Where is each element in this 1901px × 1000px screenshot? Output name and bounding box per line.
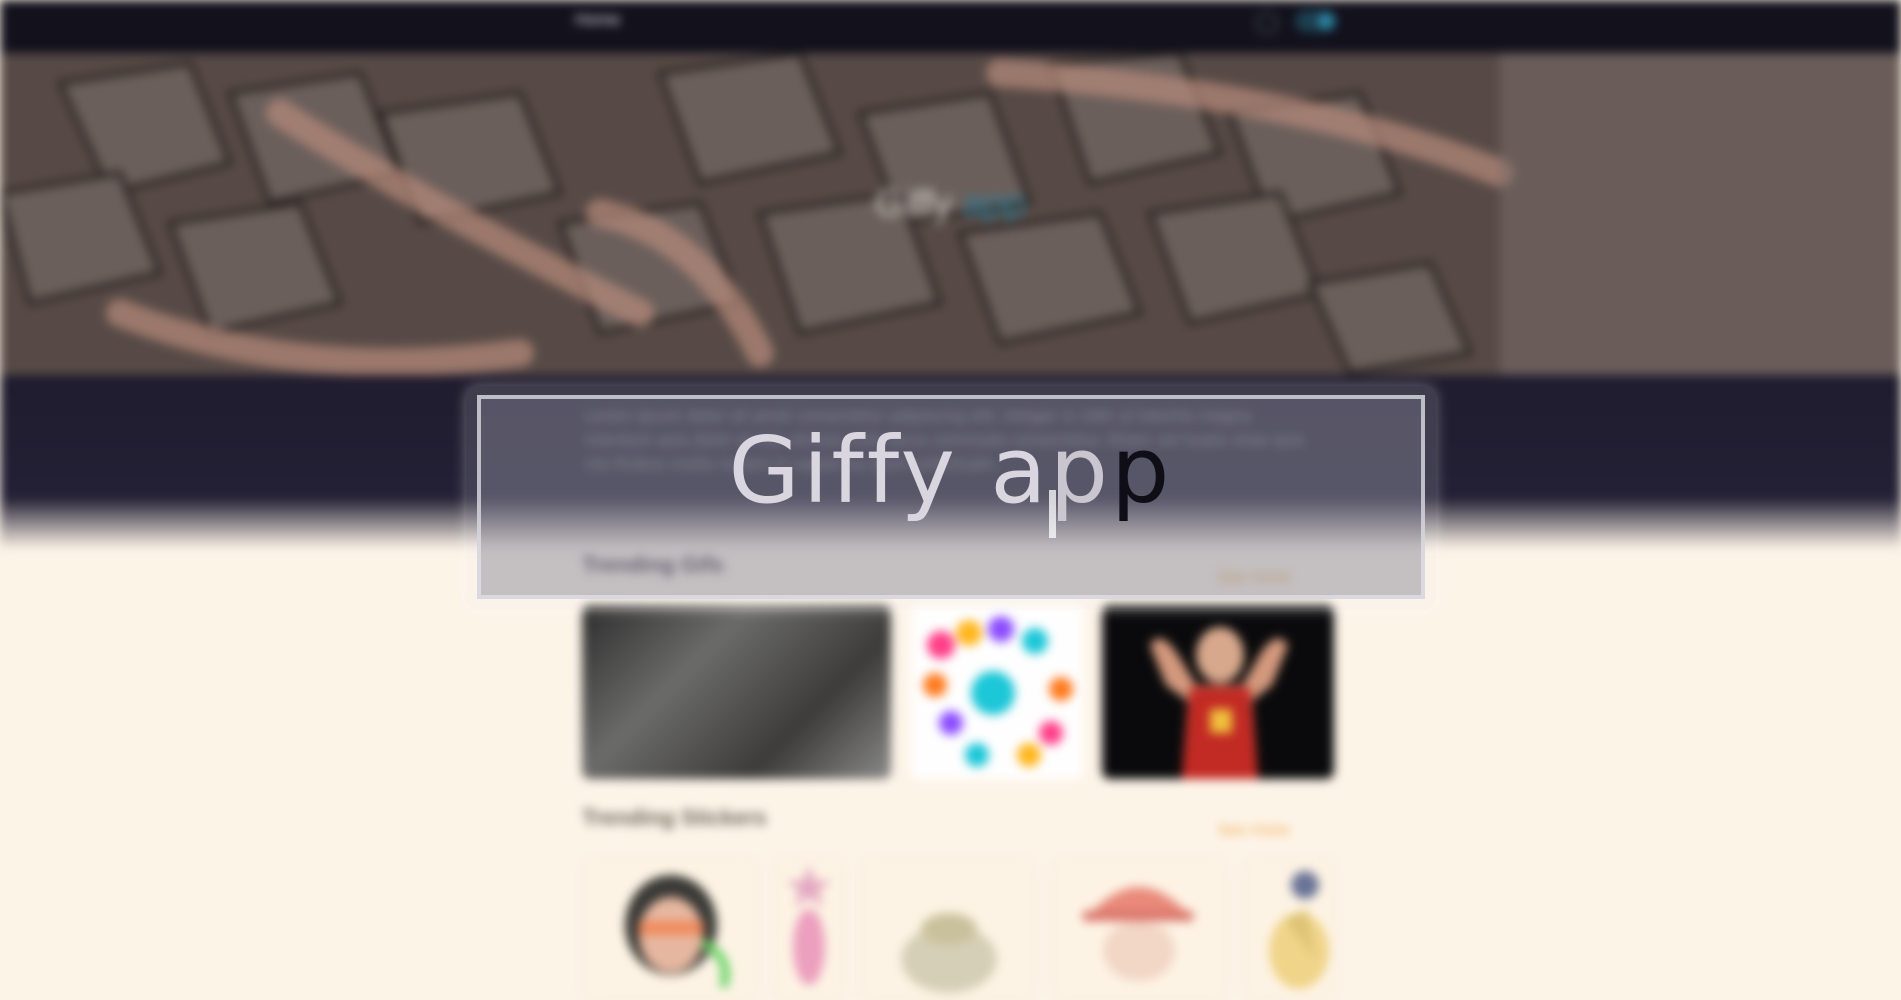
modal-title: Giffy app: [0, 425, 1901, 517]
hero-title: Giffy app: [0, 183, 1901, 226]
sticker-card-girl[interactable]: [582, 858, 758, 1000]
theme-toggle[interactable]: [1295, 10, 1337, 32]
top-navbar: Home: [0, 0, 1901, 53]
sticker-art-bird: [1269, 871, 1329, 989]
modal-title-part2: p: [1049, 417, 1112, 524]
sticker-art-girl: [625, 875, 730, 989]
modal-title-part1: Giffy a: [728, 417, 1050, 524]
sticker-card-bird[interactable]: [1244, 858, 1336, 1000]
sticker-art-cap: [1083, 887, 1193, 981]
stickers-see-more-link[interactable]: See more: [1218, 821, 1290, 839]
sticker-card-cap[interactable]: [1052, 858, 1228, 1000]
gif-thumbnail-flexing-woman[interactable]: [1102, 605, 1334, 779]
sticker-art-frog: [901, 913, 997, 993]
text-cursor: [1049, 490, 1056, 538]
trending-stickers-heading: Trending Stickers: [582, 805, 767, 830]
hero-banner: Giffy app: [0, 53, 1901, 375]
hero-title-accent: app: [962, 183, 1027, 225]
sticker-card-star[interactable]: [773, 858, 845, 1000]
search-icon[interactable]: [1256, 12, 1278, 34]
gif-thumbnail-feliz-cumple[interactable]: [911, 605, 1083, 779]
sticker-art-star: [786, 865, 832, 985]
nav-home-link[interactable]: Home: [575, 10, 620, 30]
gif-thumbnail-rain-steps[interactable]: [582, 605, 891, 779]
hero-title-main: Giffy: [874, 183, 953, 225]
feliz-cumple-sticker-art: [911, 605, 1083, 779]
flexing-woman-art: [1102, 605, 1334, 779]
modal-title-part3: p: [1111, 417, 1173, 524]
sticker-card-frog[interactable]: [860, 858, 1036, 1000]
